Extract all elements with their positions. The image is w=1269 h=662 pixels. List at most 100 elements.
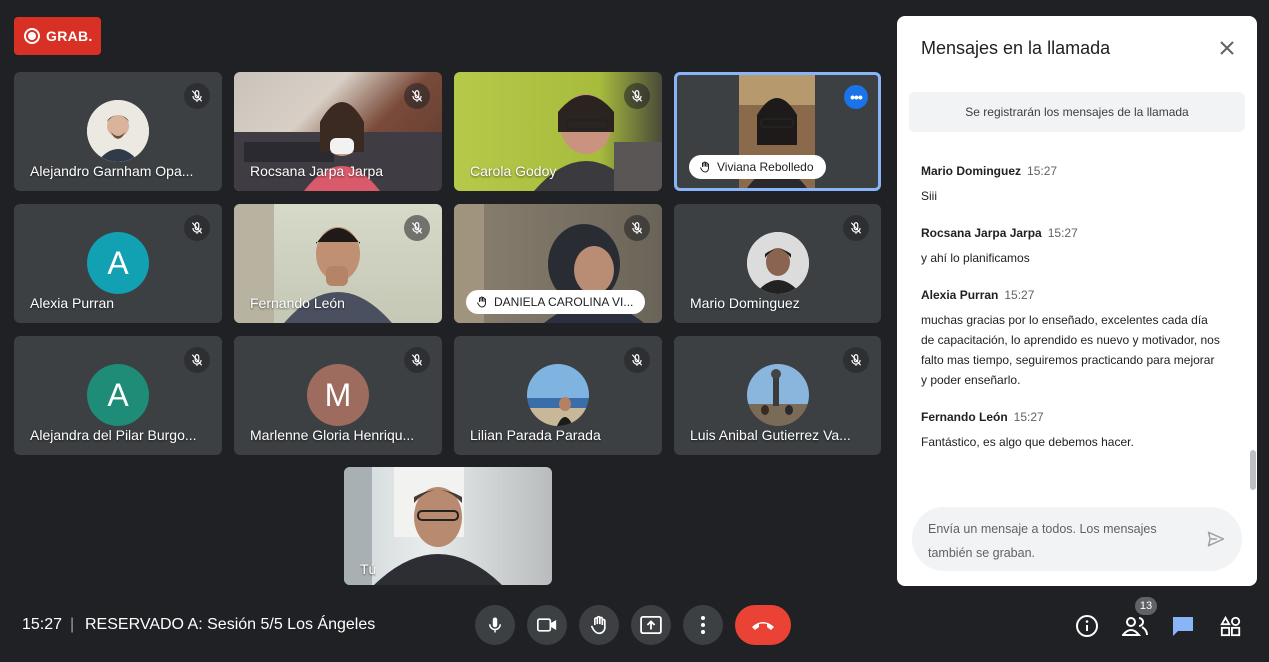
mic-off-icon [184,215,210,241]
message-input[interactable] [928,517,1188,563]
participant-name: Mario Dominguez [690,295,800,311]
participant-name: Carola Godoy [470,163,557,179]
participant-name: Alejandro Garnham Opa... [30,163,194,179]
message-author: Fernando León [921,410,1008,424]
scrollbar[interactable] [1250,450,1256,490]
present-button[interactable] [631,605,671,645]
mic-button[interactable] [475,605,515,645]
participant-tile-active[interactable]: ••• Viviana Rebolledo [674,72,881,191]
message-time: 15:27 [1013,410,1044,424]
mic-icon [489,617,501,633]
participant-tile[interactable]: Luis Anibal Gutierrez Va... [674,336,881,455]
activities-icon [1220,615,1241,637]
participant-tile[interactable]: Rocsana Jarpa Jarpa [234,72,442,191]
chat-button[interactable] [1169,612,1197,640]
message-time: 15:27 [1047,226,1078,240]
message-time: 15:27 [1004,288,1035,302]
message-author: Alexia Purran [921,288,999,302]
message-list: Mario Dominguez 15:27 Siii Rocsana Jarpa … [921,164,1221,472]
chat-title: Mensajes en la llamada [921,38,1111,58]
raise-hand-icon [590,615,606,635]
participant-name: Fernando León [250,295,345,311]
hangup-button[interactable] [735,605,791,645]
separator: | [70,616,75,633]
mic-off-icon [184,347,210,373]
activities-button[interactable] [1217,612,1245,640]
more-options-button[interactable] [683,605,723,645]
participant-tile[interactable]: A Alejandra del Pilar Burgo... [14,336,222,455]
participant-name: Lilian Parada Parada [470,427,601,443]
avatar [527,364,589,426]
mic-off-icon [404,347,430,373]
avatar: A [87,232,149,294]
avatar-letter: A [107,244,129,281]
avatar [746,364,809,426]
record-icon [24,28,40,44]
self-tile[interactable]: Tú [344,467,552,585]
message-author: Mario Dominguez [921,164,1022,178]
send-icon[interactable] [1204,527,1228,551]
mic-off-icon [624,83,650,109]
more-vert-icon [701,616,705,634]
participant-tile[interactable]: DANIELA CAROLINA VI... [454,204,662,323]
camera-icon [537,618,557,632]
present-icon [640,616,662,634]
participant-name: Rocsana Jarpa Jarpa [250,163,384,179]
chat-message: Rocsana Jarpa Jarpa 15:27 y ahí lo planif… [921,226,1221,268]
mic-off-icon [184,83,210,109]
participant-tile[interactable]: Mario Dominguez [674,204,881,323]
chat-panel: Mensajes en la llamada Se registrarán lo… [897,16,1257,586]
chat-message: Alexia Purran 15:27 muchas gracias por lo… [921,288,1221,390]
raise-hand-button[interactable] [579,605,619,645]
message-text: y ahí lo planificamos [921,251,1030,265]
raised-hand-label: Viviana Rebolledo [689,155,826,179]
message-text: Siii [921,189,938,203]
mic-off-icon [843,215,869,241]
more-options-icon[interactable]: ••• [844,85,868,109]
mic-off-icon [404,83,430,109]
meeting-title: RESERVADO A: Sesión 5/5 Los Ángeles [85,616,376,633]
avatar [87,100,149,162]
avatar-letter: A [107,376,129,413]
raise-hand-icon [477,296,486,308]
avatar-letter: M [324,376,352,413]
participant-tile[interactable]: Alejandro Garnham Opa... [14,72,222,191]
chat-message: Mario Dominguez 15:27 Siii [921,164,1221,206]
message-composer [912,507,1242,571]
participant-tile[interactable]: Lilian Parada Parada [454,336,662,455]
people-button[interactable] [1121,612,1149,640]
avatar [746,232,809,294]
mic-off-icon [404,215,430,241]
mic-off-icon [624,215,650,241]
camera-button[interactable] [527,605,567,645]
hangup-icon [752,622,774,630]
close-icon[interactable] [1215,36,1239,60]
raise-hand-icon [700,161,709,173]
recording-badge[interactable]: GRAB. [14,17,101,55]
raised-hand-label: DANIELA CAROLINA VI... [466,290,646,314]
avatar: M [307,364,369,426]
participant-name: Alexia Purran [30,295,115,311]
info-icon [1076,615,1098,637]
participant-tile[interactable]: A Alexia Purran [14,204,222,323]
mic-off-icon [624,347,650,373]
participant-name: DANIELA CAROLINA VI... [494,295,634,309]
info-button[interactable] [1073,612,1101,640]
self-label: Tú [360,561,377,577]
participant-name: Marlenne Gloria Henriqu... [250,427,415,443]
participant-name: Luis Anibal Gutierrez Va... [690,427,851,443]
message-author: Rocsana Jarpa Jarpa [921,226,1042,240]
participant-tile[interactable]: Fernando León [234,204,442,323]
chat-icon [1173,617,1193,636]
mic-off-icon [843,347,869,373]
message-text: muchas gracias por lo enseñado, excelent… [921,313,1220,387]
participant-tile[interactable]: M Marlenne Gloria Henriqu... [234,336,442,455]
people-icon [1122,617,1148,636]
participants-count-badge: 13 [1135,597,1157,615]
chat-message: Fernando León 15:27 Fantástico, es algo q… [921,410,1221,452]
message-text: Fantástico, es algo que debemos hacer. [921,435,1134,449]
message-time: 15:27 [1027,164,1058,178]
participant-tile[interactable]: Carola Godoy [454,72,662,191]
participant-name: Viviana Rebolledo [717,160,814,174]
clock: 15:27 [22,616,63,633]
